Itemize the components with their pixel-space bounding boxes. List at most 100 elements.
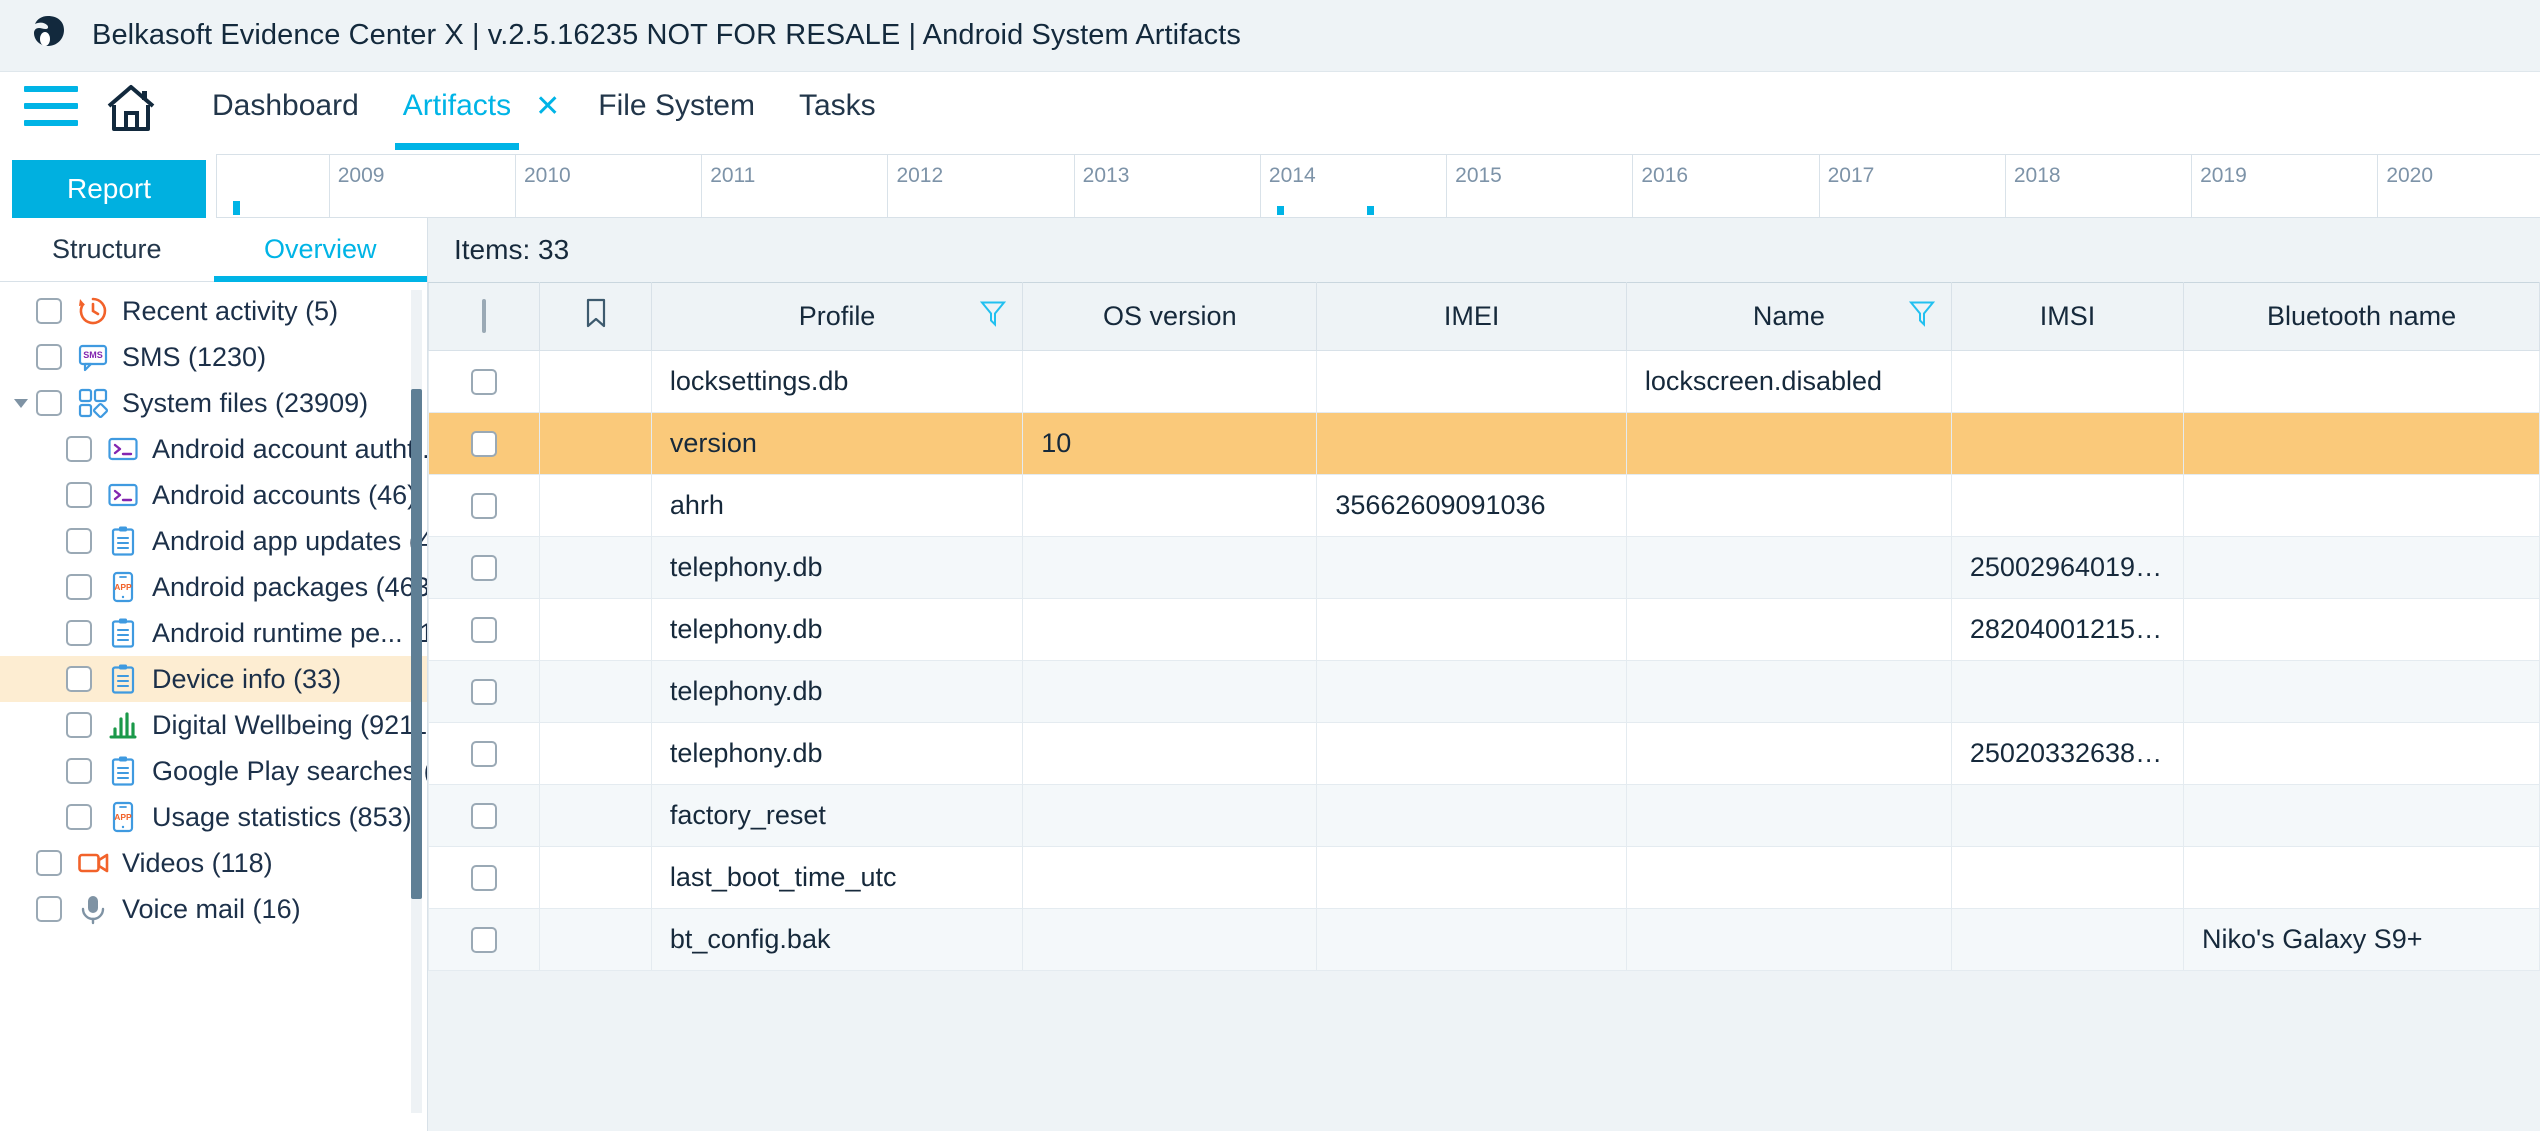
tree-item-system-files-23909[interactable]: System files (23909) (0, 380, 427, 426)
tree-item-videos-118[interactable]: Videos (118) (0, 840, 427, 886)
bookmark-icon[interactable] (539, 282, 652, 351)
column-header-name[interactable]: Name (1625, 282, 1952, 351)
tab-structure[interactable]: Structure (0, 218, 214, 281)
cell-imsi: 2502033263871 (1950, 722, 2185, 785)
tab-overview[interactable]: Overview (213, 218, 428, 282)
tree-item-digital-wellbeing-9211[interactable]: Digital Wellbeing (9211) (0, 702, 427, 748)
column-header-imei[interactable]: IMEI (1316, 282, 1627, 351)
table-row[interactable]: last_boot_time_utc (428, 846, 2540, 909)
tab-artifacts[interactable]: Artifacts (381, 72, 533, 154)
data-grid[interactable]: Profile OS version IMEI Name IMSI Bluetooth n… (428, 282, 2540, 1131)
tree-item-android-runtime-pe-12618[interactable]: Android runtime pe... (12618) (0, 610, 427, 656)
row-bookmark-cell[interactable] (539, 846, 652, 909)
artifact-tree[interactable]: Recent activity (5) SMS SMS (1230) System f… (0, 282, 427, 1131)
row-checkbox-cell[interactable] (428, 660, 541, 723)
row-bookmark-cell[interactable] (539, 536, 652, 599)
table-row[interactable]: version 10 (428, 412, 2540, 475)
row-bookmark-cell[interactable] (539, 722, 652, 785)
column-header-imsi[interactable]: IMSI (1950, 282, 2185, 351)
tree-item-checkbox[interactable] (66, 436, 92, 462)
tree-item-android-accounts-46[interactable]: Android accounts (46) (0, 472, 427, 518)
row-checkbox-cell[interactable] (428, 536, 541, 599)
column-header-profile[interactable]: Profile (650, 282, 1024, 351)
cell-profile: version (650, 412, 1024, 475)
tree-item-checkbox[interactable] (66, 574, 92, 600)
timeline-ruler[interactable]: 2009 2010 2011 2012 2013 2014 2015 2016 2017 2018… (216, 154, 2540, 218)
row-checkbox[interactable] (471, 554, 498, 581)
tree-item-recent-activity-5[interactable]: Recent activity (5) (0, 288, 427, 334)
cell-name (1625, 598, 1952, 661)
tree-item-android-app-updates-482[interactable]: Android app updates (482) (0, 518, 427, 564)
row-checkbox[interactable] (471, 926, 498, 953)
tree-item-device-info-33[interactable]: Device info (33) (0, 656, 427, 702)
table-row[interactable]: ahrh 35662609091036 (428, 474, 2540, 537)
table-row[interactable]: telephony.db (428, 660, 2540, 723)
tree-item-checkbox[interactable] (66, 620, 92, 646)
tree-item-voice-mail-16[interactable]: Voice mail (16) (0, 886, 427, 932)
table-row[interactable]: telephony.db 2820400121587 (428, 598, 2540, 661)
select-all-checkbox-box[interactable] (482, 299, 487, 333)
row-checkbox-cell[interactable] (428, 846, 541, 909)
tab-dashboard[interactable]: Dashboard (190, 72, 381, 154)
row-bookmark-cell[interactable] (539, 784, 652, 847)
row-bookmark-cell[interactable] (539, 598, 652, 661)
row-checkbox[interactable] (471, 678, 498, 705)
row-checkbox-cell[interactable] (428, 908, 541, 971)
table-row[interactable]: telephony.db 2502033263871 (428, 722, 2540, 785)
row-bookmark-cell[interactable] (539, 908, 652, 971)
cell-bluetooth-name (2183, 412, 2540, 475)
tree-item-checkbox[interactable] (66, 758, 92, 784)
table-row[interactable]: locksettings.db lockscreen.disabled (428, 350, 2540, 413)
row-checkbox-cell[interactable] (428, 350, 541, 413)
row-bookmark-cell[interactable] (539, 350, 652, 413)
chevron-down-icon[interactable] (6, 393, 36, 413)
tab-file-system[interactable]: File System (576, 72, 777, 154)
tree-item-checkbox[interactable] (36, 896, 62, 922)
tree-item-checkbox[interactable] (36, 344, 62, 370)
column-header-os-version[interactable]: OS version (1022, 282, 1318, 351)
row-checkbox[interactable] (471, 430, 498, 457)
report-button[interactable]: Report (12, 160, 206, 218)
row-checkbox[interactable] (471, 492, 498, 519)
row-bookmark-cell[interactable] (539, 412, 652, 475)
tree-item-checkbox[interactable] (66, 712, 92, 738)
row-checkbox-cell[interactable] (428, 722, 541, 785)
row-checkbox[interactable] (471, 368, 498, 395)
tree-item-checkbox[interactable] (36, 298, 62, 324)
tree-item-checkbox[interactable] (36, 850, 62, 876)
row-bookmark-cell[interactable] (539, 474, 652, 537)
row-bookmark-cell[interactable] (539, 660, 652, 723)
tree-item-sms-1230[interactable]: SMS SMS (1230) (0, 334, 427, 380)
tree-item-android-account-autht-153[interactable]: Android account autht... (153) (0, 426, 427, 472)
close-icon[interactable]: ✕ (535, 72, 576, 154)
tree-item-usage-statistics-853[interactable]: APP Usage statistics (853) (0, 794, 427, 840)
tree-item-checkbox[interactable] (66, 482, 92, 508)
column-header-bluetooth-name[interactable]: Bluetooth name (2183, 282, 2540, 351)
filter-icon[interactable] (1908, 299, 1936, 334)
timeline-year-label: 2012 (896, 164, 944, 187)
row-checkbox-cell[interactable] (428, 784, 541, 847)
svg-text:APP: APP (114, 812, 132, 822)
tree-item-google-play-searches-50[interactable]: Google Play searches (50) (0, 748, 427, 794)
hamburger-menu-icon[interactable] (24, 86, 78, 126)
select-all-checkbox[interactable] (428, 282, 541, 351)
row-checkbox-cell[interactable] (428, 474, 541, 537)
tree-item-checkbox[interactable] (66, 666, 92, 692)
row-checkbox-cell[interactable] (428, 598, 541, 661)
table-row[interactable]: telephony.db 2500296401948 (428, 536, 2540, 599)
tab-tasks[interactable]: Tasks (777, 72, 898, 154)
filter-icon[interactable] (980, 299, 1007, 334)
table-row[interactable]: bt_config.bak Niko's Galaxy S9+ (428, 908, 2540, 971)
tree-item-checkbox[interactable] (36, 390, 62, 416)
tree-item-checkbox[interactable] (66, 528, 92, 554)
tree-item-checkbox[interactable] (66, 804, 92, 830)
tree-item-android-packages-463[interactable]: APP Android packages (463) (0, 564, 427, 610)
home-icon[interactable] (104, 82, 158, 134)
row-checkbox[interactable] (471, 864, 498, 891)
row-checkbox[interactable] (471, 802, 498, 829)
row-checkbox[interactable] (471, 616, 498, 643)
table-row[interactable]: factory_reset (428, 784, 2540, 847)
row-checkbox[interactable] (471, 740, 498, 767)
left-panel-scrollbar[interactable] (411, 290, 422, 1113)
row-checkbox-cell[interactable] (428, 412, 541, 475)
